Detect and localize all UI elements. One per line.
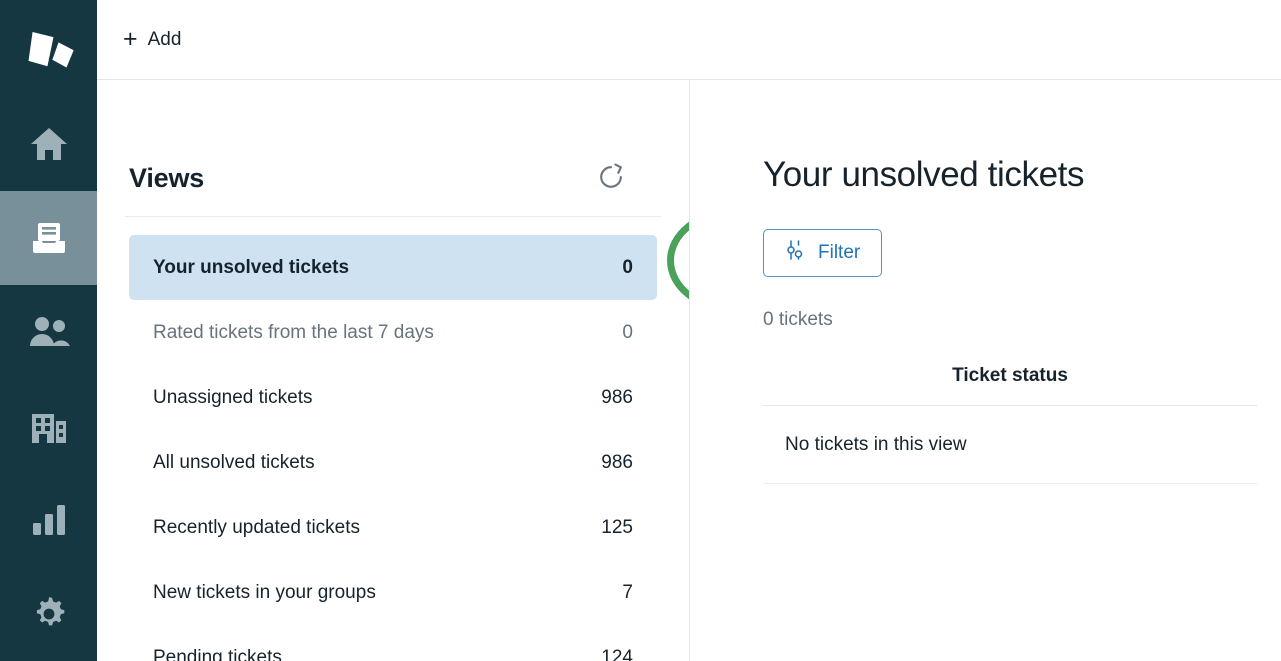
column-header-ticket-status: Ticket status: [952, 365, 1068, 386]
ticket-list-pane: Your unsolved tickets Filter 0 tickets T…: [690, 80, 1281, 661]
view-label: Recently updated tickets: [153, 516, 361, 538]
view-label: All unsolved tickets: [153, 451, 315, 473]
list-item[interactable]: Pending tickets 124: [129, 625, 657, 661]
view-count: 124: [601, 646, 633, 661]
view-count: 986: [601, 386, 633, 408]
view-label: Rated tickets from the last 7 days: [153, 321, 434, 343]
sidebar-item-organizations[interactable]: [0, 379, 97, 473]
tickets-icon: [30, 219, 68, 257]
zendesk-logo[interactable]: [0, 0, 97, 97]
sidebar-item-customers[interactable]: [0, 285, 97, 379]
list-item[interactable]: Unassigned tickets 986: [129, 365, 657, 430]
view-label: Pending tickets: [153, 646, 282, 661]
sliders-icon: [785, 240, 804, 266]
sidebar-item-admin[interactable]: [0, 567, 97, 661]
organizations-icon: [29, 407, 69, 445]
customers-icon: [28, 315, 70, 349]
annotation-highlight-ellipse: [667, 209, 689, 312]
view-label: Unassigned tickets: [153, 386, 313, 408]
ticket-view-title: Your unsolved tickets: [763, 155, 1085, 194]
reporting-icon: [31, 504, 67, 536]
views-header: Views: [125, 80, 661, 217]
views-pane: Views Your unsolved tickets 0 Rated tick…: [97, 80, 690, 661]
main-area: + Add Views Your unsolved tickets 0 Rate…: [97, 0, 1281, 661]
list-item[interactable]: Rated tickets from the last 7 days 0: [129, 300, 657, 365]
add-button-label: Add: [147, 28, 182, 50]
list-item[interactable]: All unsolved tickets 986: [129, 430, 657, 495]
list-item[interactable]: Recently updated tickets 125: [129, 495, 657, 560]
views-list: Your unsolved tickets 0 Rated tickets fr…: [129, 235, 657, 661]
primary-nav-rail: [0, 0, 97, 661]
filter-button-label: Filter: [818, 242, 861, 263]
view-count: 125: [601, 516, 633, 538]
content-body: Views Your unsolved tickets 0 Rated tick…: [97, 80, 1281, 661]
refresh-button[interactable]: [591, 158, 631, 198]
add-button[interactable]: + Add: [119, 21, 185, 58]
filter-button[interactable]: Filter: [763, 229, 883, 277]
sidebar-item-reporting[interactable]: [0, 473, 97, 567]
empty-state-row: No tickets in this view: [763, 406, 1257, 484]
admin-gear-icon: [30, 595, 68, 633]
view-label: New tickets in your groups: [153, 581, 376, 603]
empty-state-message: No tickets in this view: [785, 433, 967, 455]
view-label: Your unsolved tickets: [153, 256, 350, 278]
page-title: Views: [129, 162, 205, 193]
ticket-status-table: Ticket status No tickets in this view: [763, 365, 1257, 484]
view-count: 7: [622, 581, 633, 603]
top-bar: + Add: [97, 0, 1281, 80]
list-item[interactable]: Your unsolved tickets 0: [129, 235, 657, 300]
tickets-count-label: 0 tickets: [763, 309, 833, 330]
view-count: 0: [622, 256, 633, 278]
plus-icon: +: [123, 25, 138, 53]
home-icon: [29, 125, 69, 163]
list-item[interactable]: New tickets in your groups 7: [129, 560, 657, 625]
view-count: 986: [601, 451, 633, 473]
app-window: + Add Views Your unsolved tickets 0 Rate…: [0, 0, 1281, 661]
sidebar-item-home[interactable]: [0, 97, 97, 191]
sidebar-item-views[interactable]: [0, 191, 97, 285]
view-count: 0: [622, 321, 633, 343]
refresh-icon: [596, 162, 626, 195]
